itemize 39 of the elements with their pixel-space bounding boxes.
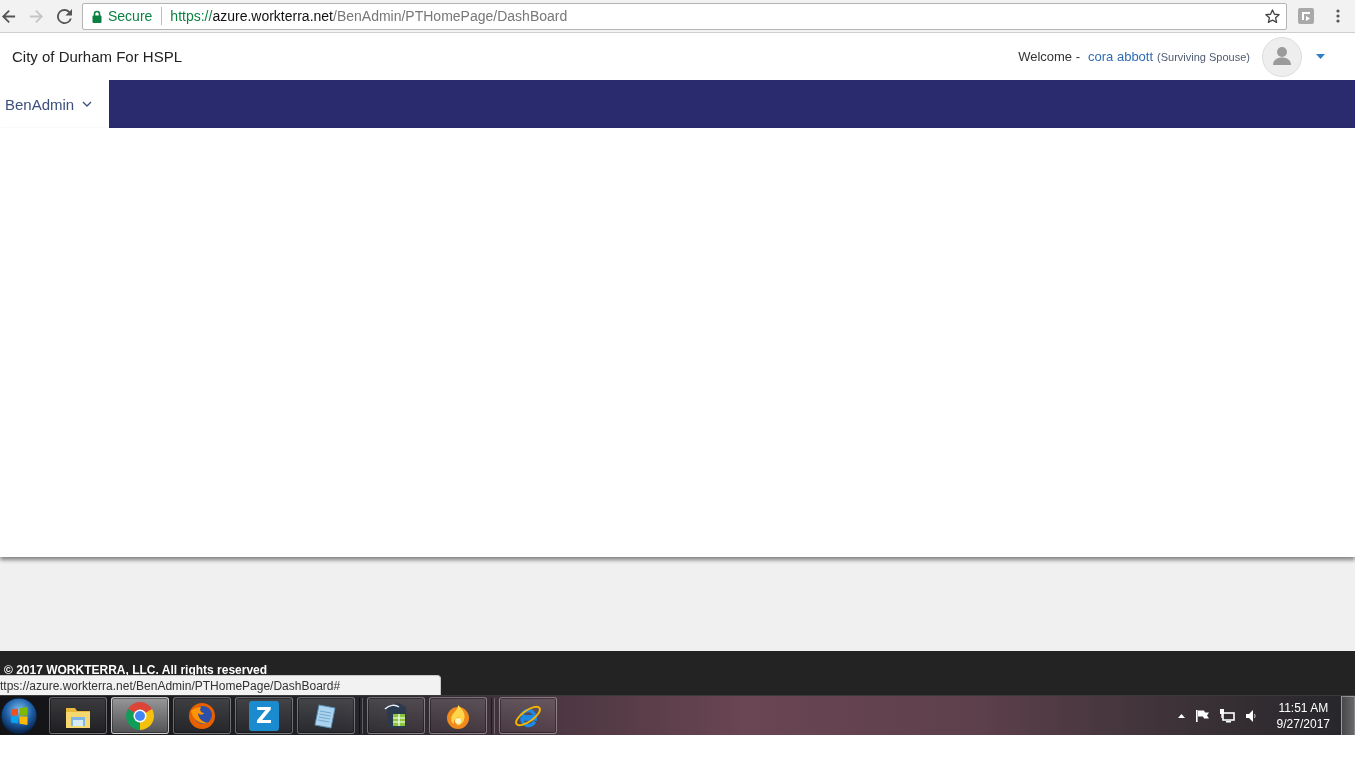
menu-icon[interactable] — [1336, 9, 1340, 23]
taskbar-button[interactable] — [297, 697, 355, 734]
address-bar[interactable]: Secure https://azure.workterra.net/BenAdmin/PTHomePage/DashBoard — [82, 2, 1287, 30]
avatar-icon[interactable] — [1262, 36, 1302, 77]
back-arrow-icon — [0, 8, 16, 24]
reload-button[interactable] — [56, 7, 72, 25]
taskbar-button[interactable] — [429, 697, 487, 734]
user-name-link[interactable]: cora abbott — [1088, 49, 1154, 64]
flag-icon[interactable] — [1195, 709, 1209, 722]
chrome-icon — [125, 700, 155, 731]
network-icon[interactable] — [1219, 708, 1235, 723]
up-arrow-icon[interactable] — [1177, 713, 1185, 718]
user-role-text: (Surviving Spouse) — [1157, 50, 1250, 63]
start-orb-icon[interactable] — [0, 696, 38, 735]
url-text[interactable]: https://azure.workterra.net/BenAdmin/PTHomePage/DashBoard — [170, 8, 568, 24]
site-title: City of Durham For HSPL — [12, 48, 183, 65]
taskbar-button[interactable] — [49, 697, 107, 734]
bookmark-star-icon[interactable] — [1265, 8, 1280, 24]
link-status-bubble: ttps://azure.workterra.net/BenAdmin/PTHomePage/DashBoard# — [0, 675, 441, 695]
dropdown-caret-icon[interactable] — [1316, 54, 1325, 59]
nav-menu-tab[interactable]: BenAdmin — [0, 80, 109, 128]
taskbar-button[interactable] — [367, 697, 425, 734]
taskbar-button[interactable] — [499, 697, 557, 734]
taskbar-button[interactable] — [111, 697, 169, 734]
show-desktop-button[interactable] — [1341, 695, 1355, 735]
welcome-text: Welcome - — [1018, 49, 1080, 64]
chevron-down-icon — [82, 101, 93, 107]
firefox-icon — [187, 700, 217, 731]
taskbar-button[interactable]: Z — [235, 697, 293, 734]
speaker-icon[interactable] — [1245, 709, 1256, 722]
reload-icon — [56, 8, 72, 24]
clock-time[interactable]: 11:51 AM — [1278, 699, 1329, 716]
security-label[interactable]: Secure — [108, 8, 153, 24]
forward-arrow-icon — [28, 8, 44, 24]
lock-icon — [92, 9, 102, 23]
back-button[interactable] — [0, 7, 16, 25]
letter-tile-icon: Z — [249, 700, 279, 731]
clock-date[interactable]: 9/27/2017 — [1276, 715, 1330, 732]
taskbar-button[interactable] — [173, 697, 231, 734]
